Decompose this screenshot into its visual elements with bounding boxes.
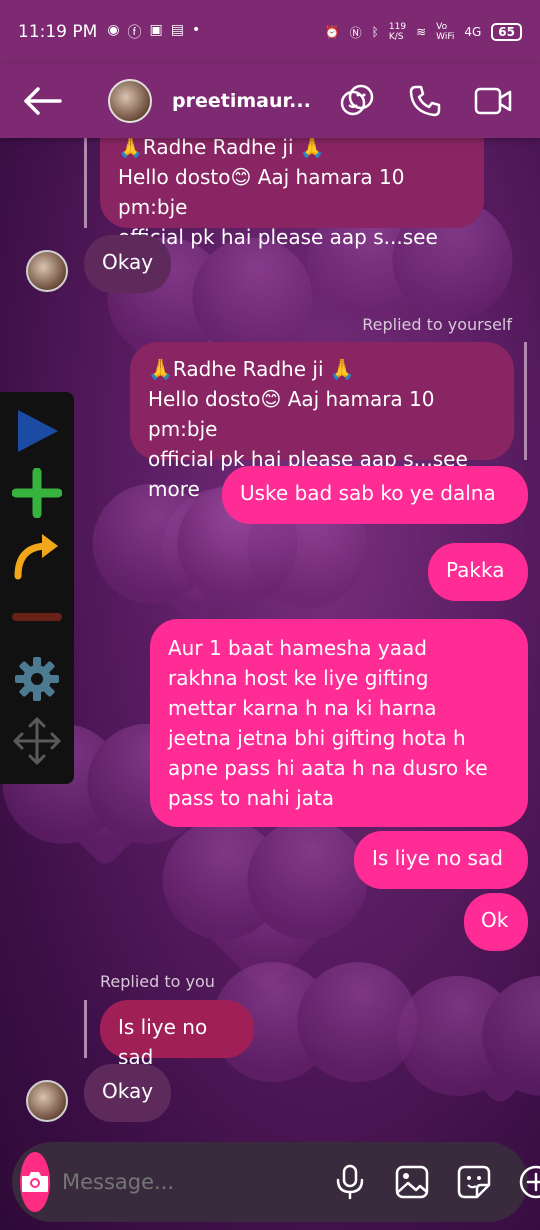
heart-decoration — [187, 837, 343, 993]
quote-bar — [84, 1000, 87, 1058]
alarm-icon: ⏰ — [324, 25, 340, 39]
heart-decoration — [443, 993, 540, 1107]
signal-label: 4G — [464, 25, 482, 39]
message-text: Hello dosto😊 Aaj hamara 10 pm:bje — [118, 165, 405, 219]
status-time: 11:19 PM — [18, 22, 98, 42]
reply-label: Replied to you — [100, 972, 215, 991]
volte-label: Vo WiFi — [436, 22, 455, 42]
net-speed: 119 K/S — [388, 22, 407, 42]
add-button[interactable] — [7, 462, 67, 524]
camera-button[interactable] — [20, 1152, 50, 1212]
message-bubble[interactable]: Okay — [84, 235, 172, 293]
status-bar: 11:19 PM ◉ ⓕ ▣ ▤ • ⏰ Ⓝ ᛒ 119 K/S ≋ Vo Wi… — [0, 0, 540, 64]
message-text: Is liye no sad — [372, 846, 503, 870]
video-call-button[interactable] — [474, 82, 512, 120]
wifi-icon: ≋ — [416, 25, 427, 39]
curved-arrow-icon — [14, 534, 58, 580]
message-text: rakhna host ke liye gifting — [168, 666, 429, 690]
quoted-message[interactable]: Is liye no sad — [100, 1000, 254, 1069]
message-text: jeetna jetna bhi gifting hota h — [168, 726, 466, 750]
message-text: Pakka — [446, 558, 505, 582]
bluetooth-icon: ᛒ — [371, 25, 379, 39]
dot-icon: • — [192, 22, 201, 38]
message-input[interactable] — [62, 1170, 330, 1194]
plus-circle-icon — [519, 1165, 540, 1199]
sticker-button[interactable] — [454, 1162, 494, 1202]
system-icons: ⏰ Ⓝ ᛒ 119 K/S ≋ Vo WiFi 4G 65 — [325, 22, 522, 42]
sticker-faces-icon — [340, 84, 374, 116]
whatsapp-icon: ◉ — [107, 22, 120, 38]
quote-bar — [84, 138, 87, 228]
message-text: Okay — [102, 1079, 154, 1103]
message-bubble[interactable]: 🙏Radhe Radhe ji 🙏 Hello dosto😊 Aaj hamar… — [130, 342, 514, 501]
facebook-icon: ⓕ — [127, 25, 142, 41]
message-composer — [12, 1142, 540, 1222]
play-button[interactable] — [7, 400, 67, 462]
message-text: mettar karna h na ki harna — [168, 696, 437, 720]
message-text: official pk hai please aap s...see more — [118, 225, 438, 279]
message-text: apne pass hi aata h na dusro ke — [168, 756, 488, 780]
message-text: Is liye no sad — [118, 1015, 208, 1069]
message-text: Okay — [102, 250, 154, 274]
more-options-button[interactable] — [516, 1162, 540, 1202]
camera-icon — [22, 1172, 48, 1192]
message-text: Hello dosto😊 Aaj hamara 10 pm:bje — [148, 387, 435, 441]
chat-header: preetimaur... — [0, 64, 540, 138]
gear-icon — [15, 657, 59, 701]
floating-toolbar — [0, 392, 74, 784]
message-text: Uske bad sab ko ye dalna — [240, 481, 496, 505]
sticker-icon — [457, 1165, 491, 1199]
message-icon: ▣ — [149, 22, 163, 38]
gallery-button[interactable] — [392, 1162, 432, 1202]
play-icon — [18, 410, 58, 452]
settings-button[interactable] — [7, 648, 67, 710]
back-arrow-icon — [24, 87, 62, 115]
effects-button[interactable] — [338, 82, 376, 120]
message-text: pass to nahi jata — [168, 786, 335, 810]
contact-username[interactable]: preetimaur... — [172, 90, 311, 112]
nfc-icon: Ⓝ — [349, 25, 362, 40]
message-bubble[interactable]: Okay — [84, 1064, 172, 1122]
video-camera-icon — [474, 87, 512, 115]
voice-call-button[interactable] — [406, 82, 444, 120]
quote-bar — [524, 342, 527, 460]
message-bubble[interactable]: Aur 1 baat hamesha yaad rakhna host ke l… — [150, 619, 528, 827]
app-icon: ▤ — [170, 22, 185, 38]
back-button[interactable] — [20, 79, 64, 123]
message-text: 🙏Radhe Radhe ji 🙏 — [148, 357, 355, 381]
message-bubble[interactable]: Uske bad sab ko ye dalna — [222, 466, 528, 524]
redirect-button[interactable] — [7, 524, 67, 586]
message-text: Aur 1 baat hamesha yaad — [168, 636, 427, 660]
sender-avatar[interactable] — [26, 1080, 68, 1122]
message-bubble[interactable]: Ok — [464, 893, 528, 951]
plus-icon — [12, 468, 62, 518]
battery-indicator: 65 — [491, 23, 522, 41]
move-icon — [13, 717, 61, 765]
contact-avatar[interactable] — [108, 79, 152, 123]
sender-avatar[interactable] — [26, 250, 68, 292]
phone-icon — [409, 85, 441, 117]
image-icon — [395, 1165, 429, 1199]
move-button[interactable] — [7, 710, 67, 772]
minus-icon — [12, 613, 62, 621]
remove-button[interactable] — [7, 586, 67, 648]
microphone-icon — [336, 1164, 364, 1200]
message-bubble[interactable]: Is liye no sad — [354, 831, 528, 889]
reply-label: Replied to yourself — [362, 315, 512, 334]
heart-decoration — [279, 979, 351, 1051]
message-text: Ok — [481, 908, 509, 932]
message-bubble[interactable]: Pakka — [428, 543, 528, 601]
notification-icons: ◉ ⓕ ▣ ▤ • — [107, 22, 200, 42]
voice-message-button[interactable] — [330, 1162, 370, 1202]
